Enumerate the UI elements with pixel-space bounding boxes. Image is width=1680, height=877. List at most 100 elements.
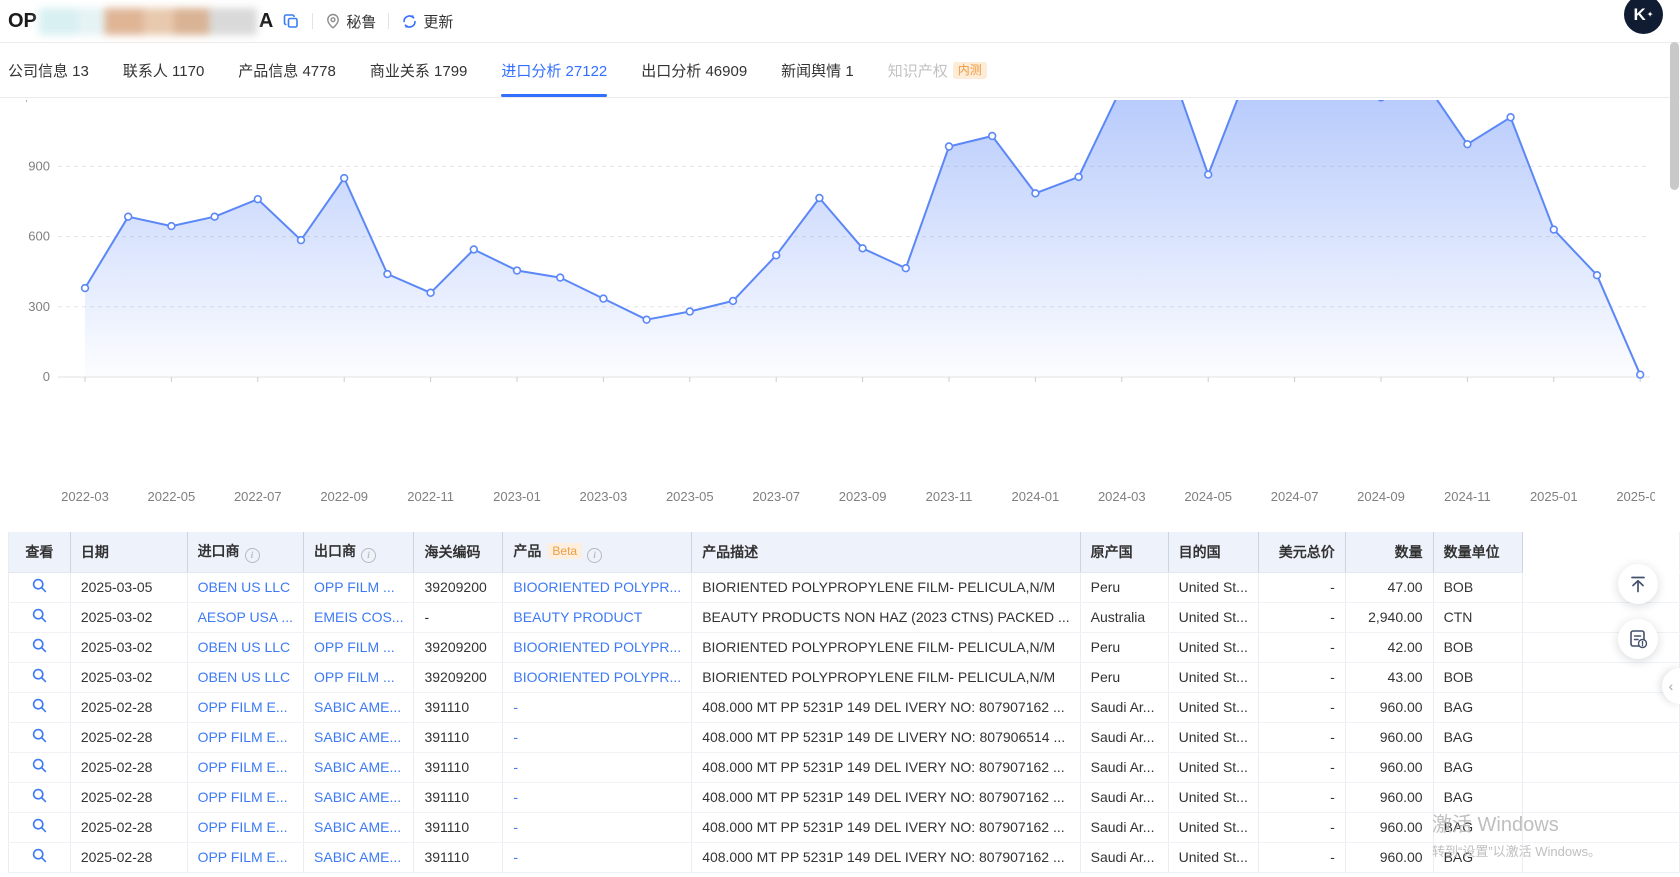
exporter-link[interactable]: SABIC AME... [314,759,401,775]
tab-business-relations[interactable]: 商业关系 1799 [370,43,468,97]
cell-quantity_unit: BOB [1433,632,1523,662]
y-axis-label: 1,200 [17,100,50,103]
exporter-link[interactable]: SABIC AME... [314,729,401,745]
tab-import-analysis[interactable]: 进口分析 27122 [501,43,607,97]
product-link[interactable]: - [513,699,518,715]
y-axis-label: 900 [28,158,50,173]
cell-description: BIORIENTED POLYPROPYLENE FILM- PELICULA,… [692,662,1080,692]
exporter-link[interactable]: EMEIS COS... [314,609,403,625]
cell-hs_code: 39209200 [414,572,503,602]
x-axis-label: 2022-05 [148,489,196,504]
cell-usd_total: - [1258,602,1345,632]
view-button[interactable] [32,608,47,623]
view-button[interactable] [32,638,47,653]
cell-importer: OPP FILM E... [187,752,303,782]
tab-bar: 公司信息 13 联系人 1170 产品信息 4778 商业关系 1799 进口分析 27… [0,43,1680,98]
column-header-filler [1523,532,1680,572]
tab-company-info[interactable]: 公司信息 13 [8,43,89,97]
cell-quantity_unit: BAG [1433,812,1523,842]
importer-link[interactable]: OPP FILM E... [198,789,288,805]
product-link[interactable]: BIOORIENTED POLYPR... [513,669,681,685]
exporter-link[interactable]: OPP FILM ... [314,639,395,655]
table-row: 2025-02-28OPP FILM E...SABIC AME...39111… [9,692,1680,722]
tab-export-analysis[interactable]: 出口分析 46909 [641,43,747,97]
exporter-link[interactable]: OPP FILM ... [314,579,395,595]
table-row: 2025-02-28OPP FILM E...SABIC AME...39111… [9,782,1680,812]
exporter-link[interactable]: SABIC AME... [314,819,401,835]
avatar-letter: K [1634,5,1646,25]
cell-quantity: 42.00 [1345,632,1433,662]
product-link[interactable]: - [513,819,518,835]
cell-product: - [503,782,692,812]
cell-date: 2025-02-28 [70,692,187,722]
cell-date: 2025-03-02 [70,662,187,692]
product-link[interactable]: BIOORIENTED POLYPR... [513,639,681,655]
country-tag: 秘鲁 [325,11,376,32]
chart-area-fill [85,100,1640,376]
table-body: 2025-03-05OBEN US LLCOPP FILM ...3920920… [9,572,1680,872]
tab-product-info[interactable]: 产品信息 4778 [238,43,336,97]
cell-filler [1523,812,1680,842]
importer-link[interactable]: OPP FILM E... [198,759,288,775]
info-icon[interactable]: i [245,548,260,563]
cell-quantity_unit: BOB [1433,572,1523,602]
info-icon[interactable]: i [361,548,376,563]
product-link[interactable]: - [513,849,518,865]
cell-origin_country: Saudi Ar... [1080,722,1168,752]
column-header-usd_total: 美元总价 [1258,532,1345,572]
copy-icon[interactable] [283,13,300,30]
cell-hs_code: 391110 [414,842,503,872]
page-scrollbar [1670,0,1679,877]
cell-description: 408.000 MT PP 5231P 149 DEL IVERY NO: 80… [692,752,1080,782]
cell-origin_country: Australia [1080,602,1168,632]
view-button[interactable] [32,698,47,713]
view-button[interactable] [32,818,47,833]
view-button[interactable] [32,728,47,743]
cell-exporter: SABIC AME... [304,812,414,842]
product-link[interactable]: - [513,729,518,745]
report-button[interactable] [1618,619,1658,659]
cell-quantity: 960.00 [1345,782,1433,812]
column-header-view: 查看 [9,532,71,572]
view-search-icon [32,848,47,863]
view-button[interactable] [32,578,47,593]
scrollbar-thumb[interactable] [1670,42,1679,190]
cell-origin_country: Saudi Ar... [1080,692,1168,722]
importer-link[interactable]: OBEN US LLC [198,579,291,595]
tab-label: 知识产权 [888,60,948,81]
product-link[interactable]: BIOORIENTED POLYPR... [513,579,681,595]
exporter-link[interactable]: SABIC AME... [314,849,401,865]
update-button[interactable]: 更新 [401,11,453,32]
x-axis-label: 2024-07 [1271,489,1319,504]
cell-description: 408.000 MT PP 5231P 149 DEL IVERY NO: 80… [692,842,1080,872]
product-link[interactable]: - [513,789,518,805]
importer-link[interactable]: OPP FILM E... [198,729,288,745]
info-icon[interactable]: i [587,548,602,563]
view-button[interactable] [32,788,47,803]
importer-link[interactable]: OPP FILM E... [198,699,288,715]
importer-link[interactable]: OPP FILM E... [198,819,288,835]
cell-importer: OPP FILM E... [187,782,303,812]
importer-link[interactable]: OBEN US LLC [198,639,291,655]
tab-contacts[interactable]: 联系人 1170 [123,43,204,97]
cell-quantity: 960.00 [1345,722,1433,752]
tab-ip[interactable]: 知识产权内测 [888,43,987,97]
company-name: OP A [8,8,273,35]
cell-dest_country: United St... [1168,752,1258,782]
view-button[interactable] [32,668,47,683]
exporter-link[interactable]: SABIC AME... [314,699,401,715]
cell-view [9,572,71,602]
product-link[interactable]: - [513,759,518,775]
importer-link[interactable]: OBEN US LLC [198,669,291,685]
exporter-link[interactable]: OPP FILM ... [314,669,395,685]
cell-importer: OPP FILM E... [187,692,303,722]
exporter-link[interactable]: SABIC AME... [314,789,401,805]
importer-link[interactable]: AESOP USA ... [198,609,293,625]
back-to-top-button[interactable] [1618,564,1658,604]
view-button[interactable] [32,848,47,863]
product-link[interactable]: BEAUTY PRODUCT [513,609,642,625]
tab-news[interactable]: 新闻舆情 1 [781,43,854,97]
cell-quantity: 960.00 [1345,842,1433,872]
importer-link[interactable]: OPP FILM E... [198,849,288,865]
view-button[interactable] [32,758,47,773]
